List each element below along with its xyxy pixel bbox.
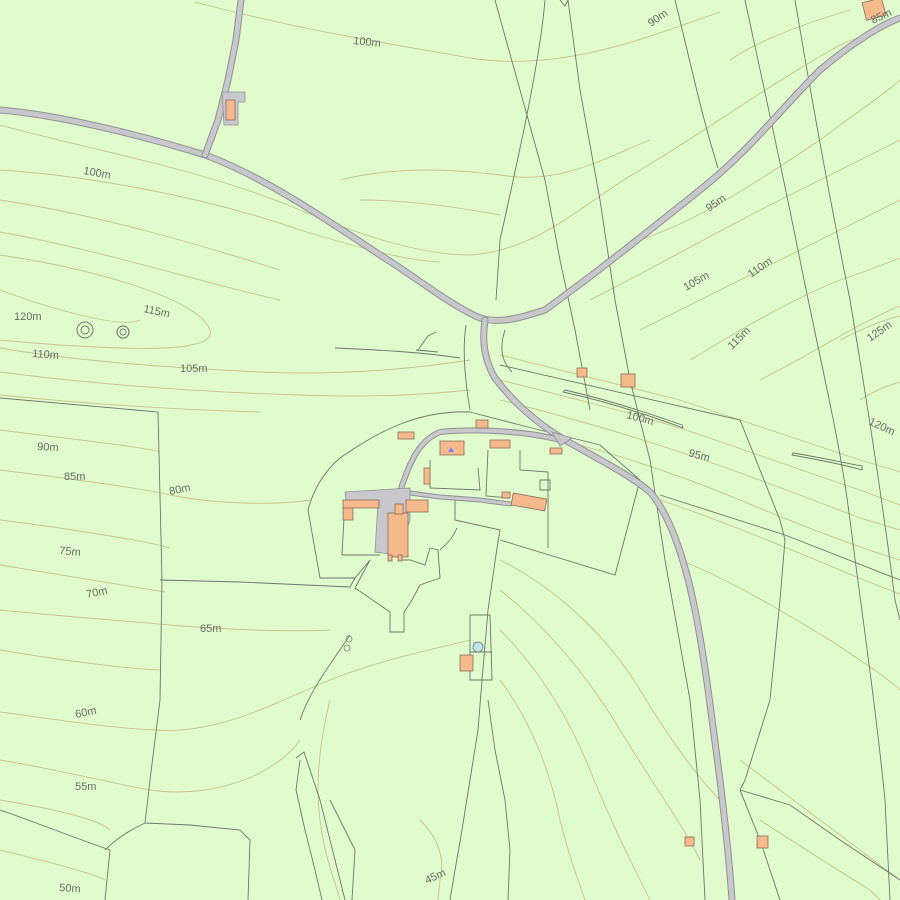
- contour-label: 85m: [64, 471, 85, 483]
- contour-label: 75m: [59, 545, 81, 559]
- contour-label: 90m: [37, 441, 59, 454]
- pond-icon: [472, 641, 484, 653]
- contour-label: 50m: [59, 882, 81, 895]
- contour-label: 65m: [200, 623, 221, 635]
- contour-label: 110m: [32, 348, 59, 362]
- contour-label: 55m: [75, 781, 96, 793]
- contour-label: 105m: [180, 363, 208, 375]
- map-canvas[interactable]: 100m 90m 85m 100m 95m 105m 110m 115m 125…: [0, 0, 900, 900]
- contour-label: 120m: [14, 311, 42, 323]
